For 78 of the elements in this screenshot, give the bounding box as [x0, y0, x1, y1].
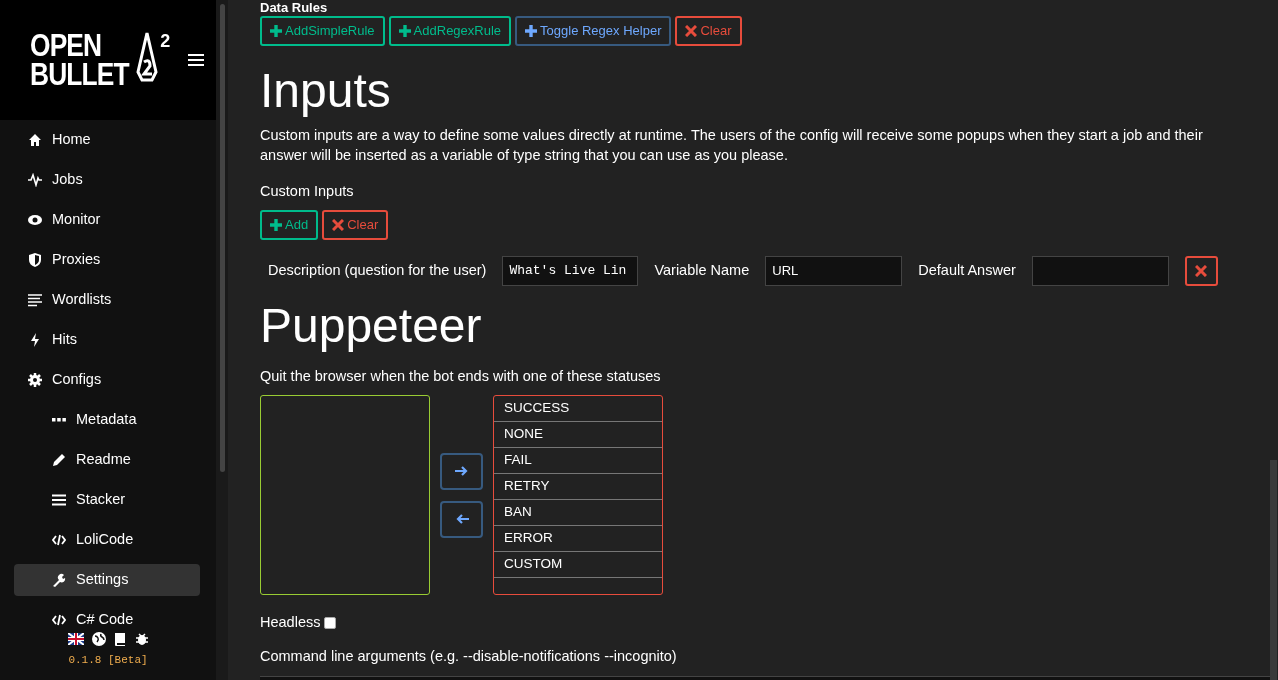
logo-text: BULLET — [30, 60, 129, 89]
input-field[interactable] — [1031, 256, 1169, 286]
scrollbar-thumb[interactable] — [219, 4, 225, 472]
code-icon — [52, 533, 66, 547]
sidebar-item[interactable]: Configs — [14, 364, 200, 396]
sidebar-item[interactable]: Wordlists — [14, 284, 200, 316]
sidebar-item[interactable]: C# Code — [14, 604, 200, 632]
plus-icon — [398, 25, 411, 37]
sidebar-item[interactable]: Metadata — [14, 404, 200, 436]
move-right-button[interactable] — [440, 452, 483, 490]
plus-icon — [525, 25, 538, 37]
home-icon — [28, 133, 42, 147]
add-button[interactable]: AddRegexRule — [388, 16, 512, 46]
eye-icon — [28, 213, 42, 227]
globe-icon[interactable] — [91, 632, 106, 646]
clear-button[interactable]: Clear — [675, 16, 742, 46]
section-label: Custom Inputs — [260, 182, 355, 201]
field-label: Description (question for the user) — [268, 261, 487, 281]
pulse-icon — [28, 173, 42, 187]
arrow-right-icon — [453, 465, 470, 477]
close-icon — [1195, 265, 1208, 277]
close-icon — [685, 25, 698, 37]
list-item[interactable]: SUCCESS — [494, 396, 662, 422]
input-field[interactable]: What's Live Lin — [502, 256, 639, 286]
flag-icon[interactable] — [67, 633, 84, 645]
shield-icon — [28, 253, 42, 267]
code-icon — [52, 613, 66, 627]
delete-button[interactable] — [1184, 256, 1218, 286]
move-left-button[interactable] — [440, 500, 483, 538]
sidebar-item[interactable]: Readme — [14, 444, 200, 476]
bullet-logo-icon — [136, 31, 159, 82]
bug-icon[interactable] — [134, 632, 149, 646]
section-heading: Puppeteer — [260, 298, 483, 354]
logo-text: OPEN — [30, 31, 103, 60]
plus-icon — [270, 219, 282, 231]
section-heading: Inputs — [260, 63, 392, 119]
clear-button[interactable]: Clear — [322, 210, 389, 240]
field-label: Command line arguments (e.g. --disable-notifications --incognito) — [260, 646, 678, 666]
list-item[interactable]: NONE — [494, 422, 662, 448]
sidebar-item[interactable]: Stacker — [14, 484, 200, 516]
scrollbar-thumb[interactable] — [1270, 460, 1277, 680]
sidebar-item[interactable]: Settings — [14, 564, 200, 596]
close-icon — [332, 219, 345, 231]
checkbox-label: Headless — [260, 613, 321, 632]
list-item[interactable]: CUSTOM — [494, 552, 662, 578]
sidebar-item[interactable]: Jobs — [14, 164, 200, 196]
add-button[interactable]: AddSimpleRule — [260, 16, 385, 46]
section-label: Quit the browser when the bot ends with one of these statuses — [260, 367, 662, 386]
list-box[interactable] — [260, 395, 430, 595]
version-label: 0.1.8 [Beta] — [68, 653, 148, 668]
menu-icon[interactable] — [188, 53, 204, 67]
list-icon — [52, 493, 66, 507]
list-box[interactable]: SUCCESS NONE FAIL RETRY BAN ERROR CUSTOM — [493, 395, 663, 595]
list-item[interactable]: RETRY — [494, 474, 662, 500]
book-icon[interactable] — [113, 632, 127, 646]
sidebar-item[interactable]: Monitor — [14, 204, 200, 236]
field-label: Variable Name — [654, 261, 750, 281]
list-item[interactable]: ERROR — [494, 526, 662, 552]
list-item[interactable]: FAIL — [494, 448, 662, 474]
sidebar-item[interactable]: Home — [14, 124, 200, 156]
list-item[interactable]: BAN — [494, 500, 662, 526]
section-label: Data Rules — [260, 0, 329, 15]
logo-superscript: 2 — [160, 31, 171, 50]
wrench-icon — [52, 573, 66, 587]
sidebar-item[interactable]: LoliCode — [14, 524, 200, 556]
pencil-icon — [52, 453, 66, 467]
toggle-button[interactable]: Toggle Regex Helper — [515, 16, 672, 46]
description-text: Custom inputs are a way to define some values directly at runtime. The users of the config will receive some popups when they start a job and their answer will be inserted as a variable of type string that you can use as you please. — [260, 126, 1204, 165]
checkbox[interactable] — [324, 616, 337, 629]
sidebar-item[interactable]: Proxies — [14, 244, 200, 276]
field-label: Default Answer — [918, 261, 1016, 281]
lines-icon — [28, 293, 42, 307]
sidebar-item[interactable]: Hits — [14, 324, 200, 356]
input-field[interactable]: URL — [765, 256, 903, 286]
lightning-icon — [28, 333, 42, 347]
gear-icon — [28, 373, 42, 387]
add-button[interactable]: Add — [260, 210, 319, 240]
plus-icon — [270, 25, 282, 37]
